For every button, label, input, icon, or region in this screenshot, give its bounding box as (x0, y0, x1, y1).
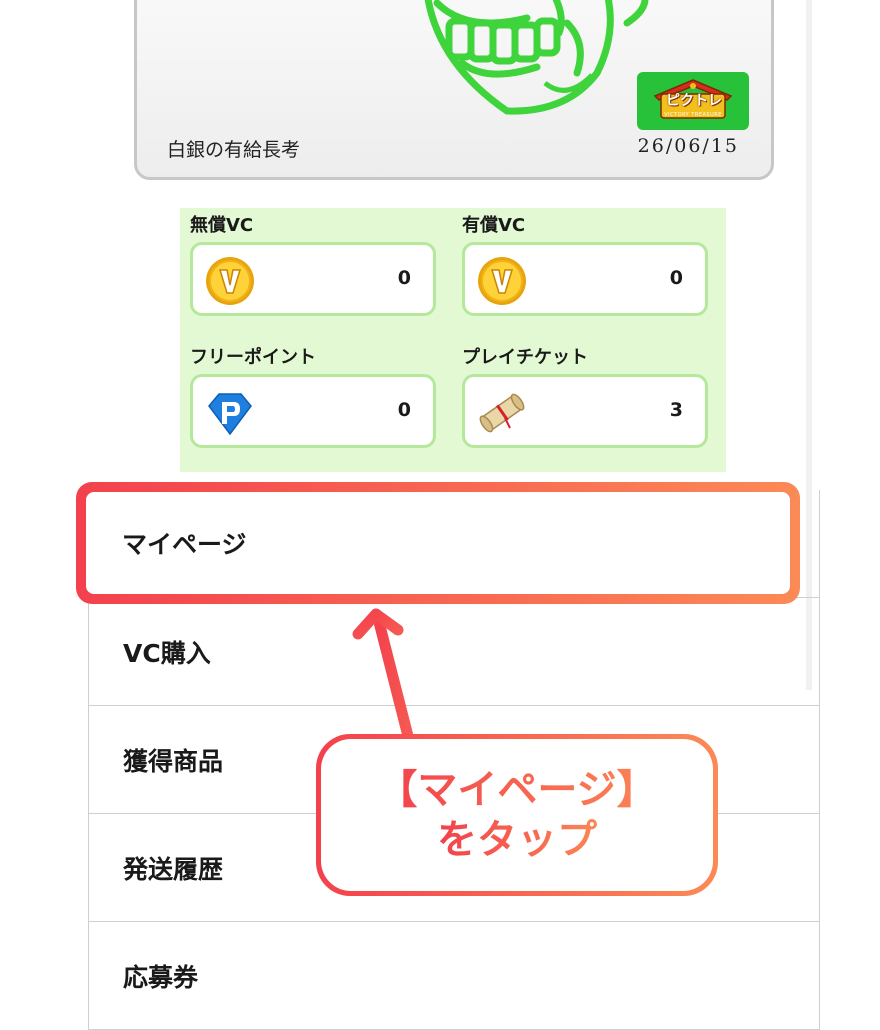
card-expiry-date: 26/06/15 (637, 135, 739, 157)
menu-item-label: 応募券 (123, 962, 199, 992)
logo-subtext: VICTORY TREASURE (664, 112, 722, 118)
paid-vc-label: 有償VC (462, 215, 526, 236)
p-gem-icon (208, 393, 252, 436)
card-holder-name: 白銀の有給長考 (167, 139, 301, 161)
free-points-value: 0 (397, 399, 411, 421)
play-tickets-label: プレイチケット (462, 347, 588, 368)
instruction-callout-inner: 【マイページ】 をタップ (321, 739, 713, 891)
v-coin-icon (206, 257, 254, 305)
mypage-highlight-label: マイページ (122, 530, 247, 559)
scroll-icon (479, 393, 525, 433)
free-points-label: フリーポイント (190, 347, 316, 368)
paid-vc-balance: 有償VC 0 (452, 214, 708, 316)
balance-panel: 無償VC 0 有償VC 0 フリーポイント 0 プレイチケット 3 (180, 208, 726, 472)
play-tickets-box: 3 (462, 374, 708, 448)
logo-text: ピクトレ (666, 93, 722, 109)
menu-item-label: 獲得商品 (123, 746, 224, 776)
free-points-balance: フリーポイント 0 (180, 346, 436, 448)
free-points-box: 0 (190, 374, 436, 448)
paid-vc-value: 0 (669, 267, 683, 289)
menu-item-label: 発送履歴 (123, 854, 224, 884)
mypage-highlight-inner[interactable]: マイページ (86, 492, 790, 594)
menu-item-entry-tickets[interactable]: 応募券 (89, 922, 819, 1030)
callout-line-2: をタップ (437, 817, 597, 863)
free-vc-label: 無償VC (190, 215, 254, 236)
mypage-highlight-frame[interactable]: マイページ (76, 482, 800, 604)
menu-item-vc-purchase[interactable]: VC購入 (89, 598, 819, 706)
callout-line-1: 【マイページ】 (377, 767, 657, 813)
pikutore-logo: ピクトレ VICTORY TREASURE (637, 72, 749, 130)
play-tickets-value: 3 (669, 399, 683, 421)
instruction-callout: 【マイページ】 をタップ (316, 734, 718, 896)
pointer-arrow-icon (352, 608, 416, 750)
free-vc-value: 0 (397, 267, 411, 289)
free-vc-box: 0 (190, 242, 436, 316)
paid-vc-box: 0 (462, 242, 708, 316)
v-coin-icon (478, 257, 526, 305)
member-card: ピクトレ VICTORY TREASURE 白銀の有給長考 26/06/15 (134, 0, 774, 180)
free-vc-balance: 無償VC 0 (180, 214, 436, 316)
menu-item-label: VC購入 (123, 638, 211, 668)
play-tickets-balance: プレイチケット 3 (452, 346, 708, 448)
